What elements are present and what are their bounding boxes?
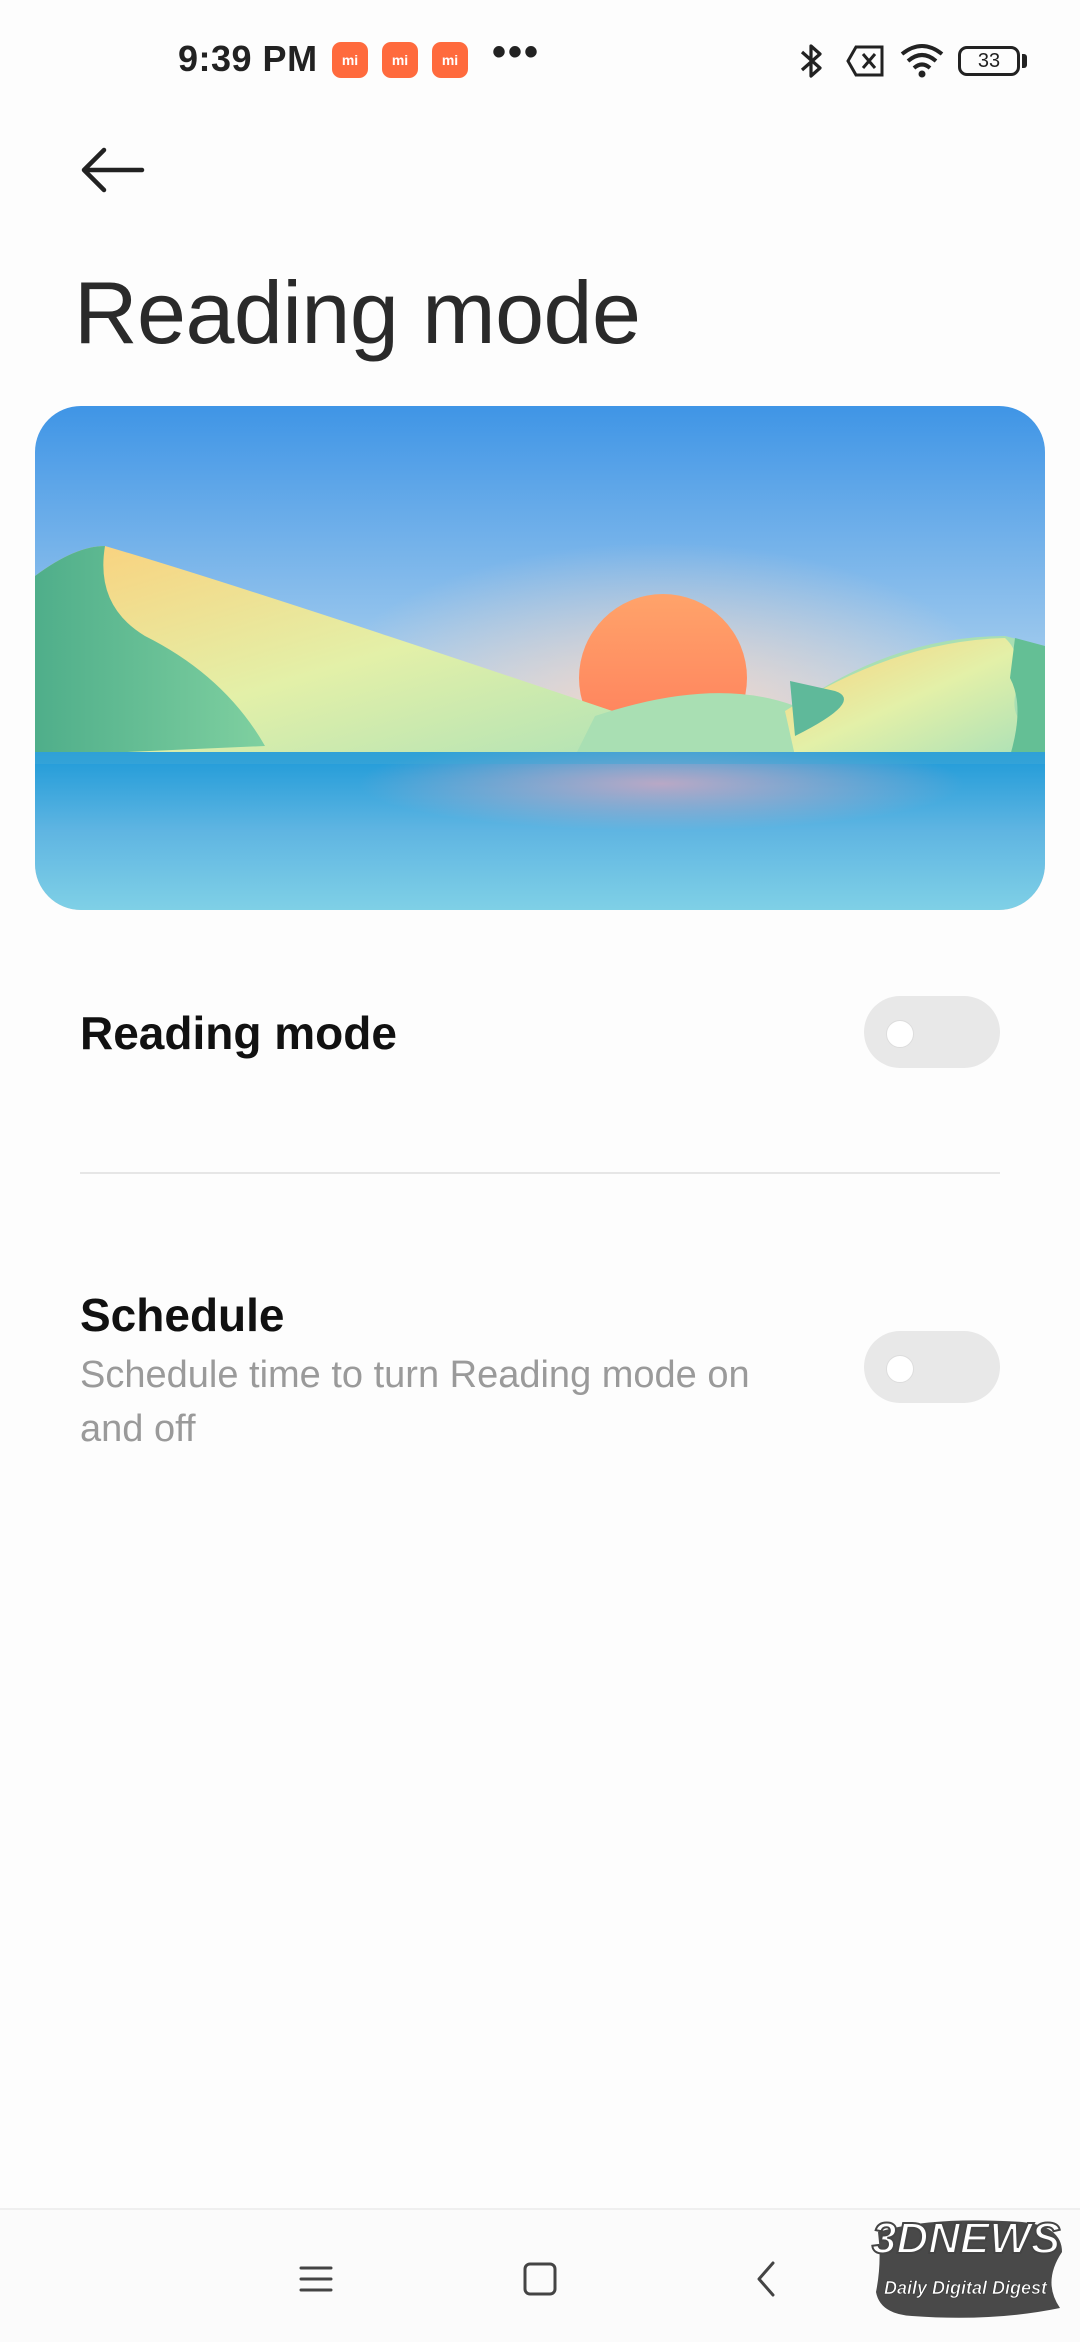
watermark-brand: 3DNEWS <box>871 2213 1061 2264</box>
sim-error-icon <box>846 44 886 83</box>
more-notifications-indicator: ••• <box>492 30 541 74</box>
status-time: 9:39 PM <box>178 38 318 79</box>
home-icon <box>523 2262 557 2296</box>
nav-back-button[interactable] <box>736 2254 796 2304</box>
mi-app-notification-icon: mi <box>432 42 468 78</box>
reading-mode-label: Reading mode <box>80 1007 397 1059</box>
wifi-icon <box>898 42 946 83</box>
divider <box>80 1172 1000 1174</box>
mi-app-notification-icon: mi <box>332 42 368 78</box>
schedule-label: Schedule <box>80 1289 285 1341</box>
page-title: Reading mode <box>74 263 641 362</box>
bluetooth-icon <box>798 40 826 87</box>
menu-icon <box>299 2266 333 2292</box>
toggle-knob <box>886 1355 914 1383</box>
battery-level: 33 <box>977 49 1001 72</box>
battery-indicator: 33 <box>958 46 1020 76</box>
watermark-tagline: Daily Digital Digest <box>884 2278 1048 2299</box>
mi-app-notification-icon: mi <box>382 42 418 78</box>
reading-mode-illustration <box>35 406 1045 910</box>
reading-mode-toggle[interactable] <box>864 996 1000 1068</box>
schedule-description: Schedule time to turn Reading mode on an… <box>80 1354 750 1450</box>
toggle-knob <box>886 1020 914 1048</box>
battery-tip <box>1022 54 1027 68</box>
back-icon <box>757 2261 775 2297</box>
status-bar: 9:39 PM mi mi mi ••• 33 <box>0 0 1080 124</box>
3dnews-watermark: 3DNEWS Daily Digital Digest <box>871 2212 1068 2324</box>
schedule-toggle[interactable] <box>864 1331 1000 1403</box>
home-button[interactable] <box>510 2254 570 2304</box>
back-button[interactable] <box>78 140 158 200</box>
sunset-landscape-image <box>35 406 1045 910</box>
recent-apps-button[interactable] <box>286 2254 346 2304</box>
arrow-left-icon <box>81 147 145 193</box>
